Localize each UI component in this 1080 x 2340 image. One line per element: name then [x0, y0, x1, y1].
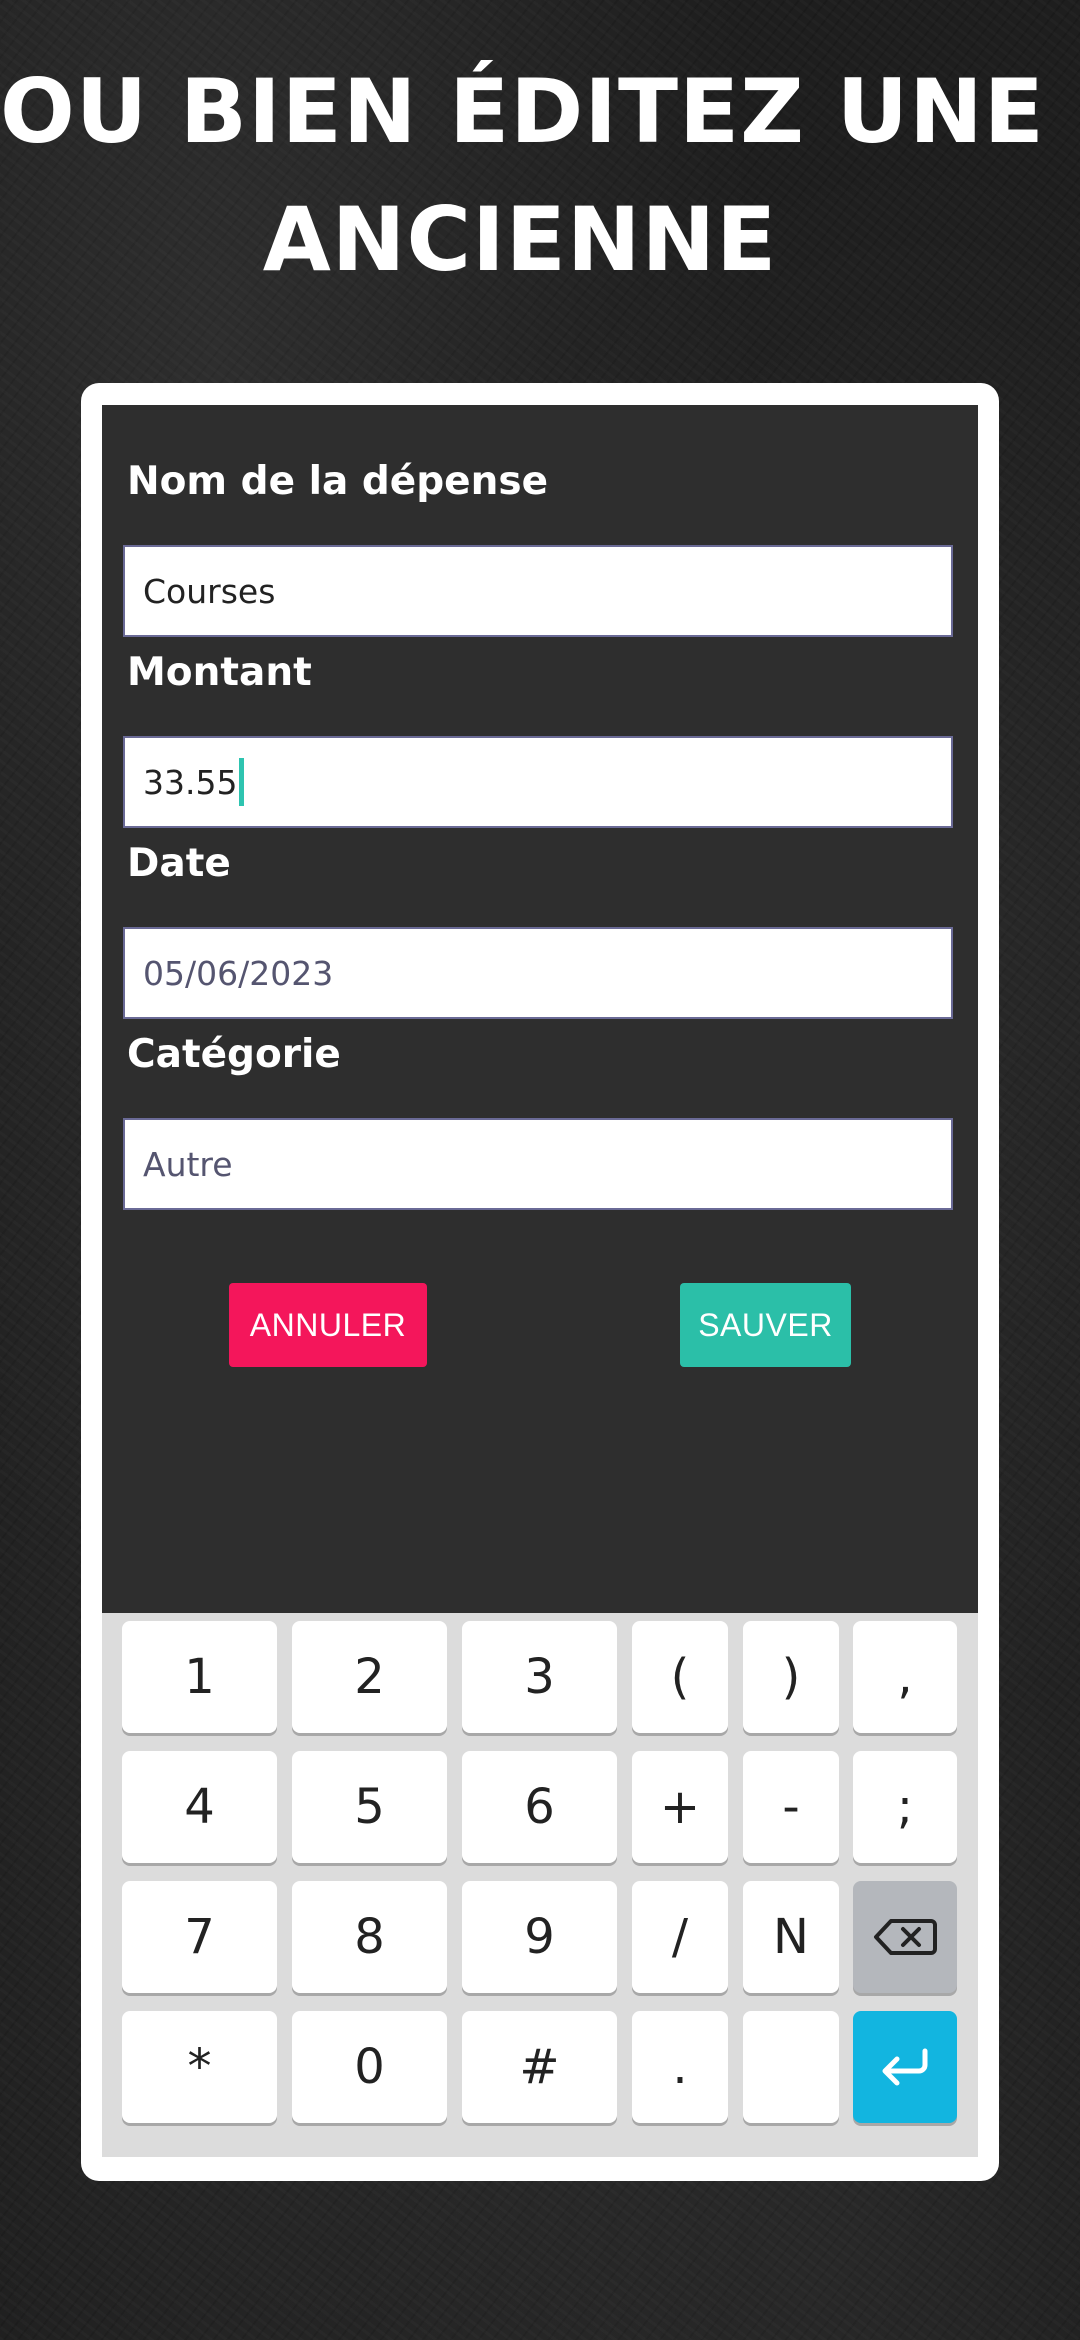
key-10[interactable]: - — [743, 1751, 839, 1863]
key-12[interactable]: 7 — [122, 1881, 277, 1993]
key-21[interactable]: . — [632, 2011, 728, 2123]
headline: OU BIEN ÉDITEZ UNE ANCIENNE — [0, 48, 1045, 304]
enter-icon — [877, 2045, 933, 2089]
backspace-key[interactable] — [853, 1881, 957, 1993]
blank-key[interactable] — [743, 2011, 839, 2123]
category-value: Autre — [143, 1144, 233, 1184]
amount-label: Montant — [127, 650, 312, 695]
text-cursor — [239, 758, 245, 806]
date-value: 05/06/2023 — [143, 953, 334, 993]
enter-key[interactable] — [853, 2011, 957, 2123]
date-input[interactable]: 05/06/2023 — [123, 927, 953, 1019]
category-input[interactable]: Autre — [123, 1118, 953, 1210]
backspace-icon — [873, 1917, 937, 1957]
phone-frame: Nom de la dépense Courses Montant 33.55 … — [81, 383, 999, 2181]
key-9[interactable]: + — [632, 1751, 728, 1863]
key-5[interactable]: , — [853, 1621, 957, 1733]
key-11[interactable]: ; — [853, 1751, 957, 1863]
numeric-keyboard: 1 2 3(), 4 5 6 + -; 7 8 9/N * 0 #. — [102, 1613, 978, 2157]
key-8[interactable]: 6 — [462, 1751, 617, 1863]
cancel-button[interactable]: ANNULER — [229, 1283, 427, 1367]
save-button[interactable]: SAUVER — [680, 1283, 851, 1367]
key-2[interactable]: 3 — [462, 1621, 617, 1733]
amount-value: 33.55 — [143, 762, 238, 802]
headline-line-2: ANCIENNE — [262, 188, 778, 291]
headline-line-1: OU BIEN ÉDITEZ UNE — [0, 60, 1045, 163]
key-0[interactable]: 1 — [122, 1621, 277, 1733]
key-15[interactable]: / — [632, 1881, 728, 1993]
key-19[interactable]: 0 — [292, 2011, 447, 2123]
key-6[interactable]: 4 — [122, 1751, 277, 1863]
key-1[interactable]: 2 — [292, 1621, 447, 1733]
key-4[interactable]: ) — [743, 1621, 839, 1733]
date-label: Date — [127, 841, 231, 886]
expense-name-value: Courses — [143, 571, 276, 611]
amount-input[interactable]: 33.55 — [123, 736, 953, 828]
expense-name-label: Nom de la dépense — [127, 459, 549, 504]
key-7[interactable]: 5 — [292, 1751, 447, 1863]
key-3[interactable]: ( — [632, 1621, 728, 1733]
expense-name-input[interactable]: Courses — [123, 545, 953, 637]
key-18[interactable]: * — [122, 2011, 277, 2123]
key-14[interactable]: 9 — [462, 1881, 617, 1993]
key-20[interactable]: # — [462, 2011, 617, 2123]
app-screen: Nom de la dépense Courses Montant 33.55 … — [102, 405, 978, 2157]
category-label: Catégorie — [127, 1032, 341, 1077]
key-13[interactable]: 8 — [292, 1881, 447, 1993]
key-16[interactable]: N — [743, 1881, 839, 1993]
